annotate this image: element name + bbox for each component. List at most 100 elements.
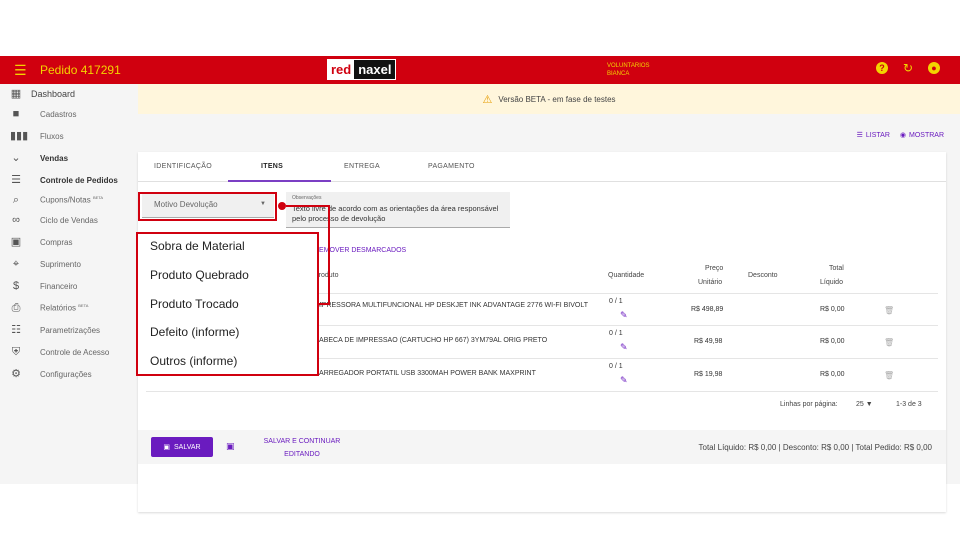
sidebar-item-financeiro[interactable]: $ Financeiro	[0, 276, 138, 296]
infinity-icon: ∞	[12, 214, 20, 226]
col-total: Total	[829, 265, 844, 272]
sidebar-item-compras[interactable]: ▣ Compras	[0, 232, 138, 252]
save-label: SALVAR	[174, 443, 201, 451]
save-continue-button[interactable]: SALVAR E CONTINUAR EDITANDO	[258, 435, 346, 461]
col-preco-unit: Unitário	[698, 279, 723, 286]
sidebar-item-label: Controle de Acesso	[40, 347, 110, 357]
row-produto: CABECA DE IMPRESSAO (CARTUCHO HP 667) 3Y…	[314, 337, 548, 344]
sidebar-item-label: Dashboard	[31, 89, 76, 99]
delete-icon[interactable]: 🗑	[884, 371, 894, 380]
save-continue-line1: SALVAR E CONTINUAR	[263, 438, 341, 445]
account-icon[interactable]: ●	[928, 62, 940, 74]
sidebar-item-relatorios[interactable]: ⎙ Relatórios BETA	[0, 298, 138, 318]
sidebar-item-dashboard[interactable]: ▦ Dashboard	[0, 84, 138, 104]
edit-pencil-icon[interactable]: ✎	[620, 375, 628, 386]
dropdown-option[interactable]: Defeito (informe)	[150, 325, 239, 339]
sidebar-item-configuracoes[interactable]: ⚙ Configurações	[0, 364, 138, 384]
edit-pencil-icon[interactable]: ✎	[620, 310, 628, 321]
observacoes-label: Observações	[292, 195, 322, 201]
tab-pagamento[interactable]: PAGAMENTO	[428, 163, 475, 170]
box-icon: ⌖	[12, 258, 20, 270]
hamburger-icon[interactable]: ☰	[14, 62, 27, 79]
rows-per-page-value: 25	[856, 401, 864, 408]
tab-entrega[interactable]: ENTREGA	[344, 163, 380, 170]
sidebar-item-label: Relatórios BETA	[40, 303, 88, 313]
order-totals: Total Líquido: R$ 0,00 | Desconto: R$ 0,…	[698, 443, 933, 452]
sidebar-item-label: Controle de Pedidos	[40, 175, 118, 185]
col-preco: Preço	[705, 265, 724, 272]
user-info: VOLUNTARIOS BIANCA	[607, 62, 650, 78]
folder-icon: ■	[12, 108, 20, 120]
edit-pencil-icon[interactable]: ✎	[620, 342, 628, 353]
logo-naxel-text: naxel	[354, 60, 396, 79]
dollar-icon: $	[12, 280, 20, 292]
row-produto: IMPRESSORA MULTIFUNCIONAL HP DESKJET INK…	[314, 302, 588, 309]
beta-badge: BETA	[92, 195, 104, 201]
active-tab-indicator	[228, 180, 331, 182]
row-total: R$ 0,00	[820, 338, 845, 345]
row-produto: CARREGADOR PORTATIL USB 3300MAH POWER BA…	[314, 370, 536, 377]
delete-icon[interactable]: 🗑	[884, 338, 894, 347]
observacoes-text: Texto livre de acordo com as orientações…	[292, 204, 499, 223]
connector-line	[286, 205, 330, 207]
sidebar-item-parametrizacoes[interactable]: ☷ Parametrizações	[0, 320, 138, 340]
col-desconto: Desconto	[748, 272, 778, 279]
view-toggle: ☰ LISTAR ◉ MOSTRAR	[857, 131, 944, 140]
tab-bar: IDENTIFICAÇÃO ITENS ENTREGA PAGAMENTO	[138, 152, 946, 182]
banner-text: Versão BETA - em fase de testes	[498, 94, 616, 104]
sidebar-item-label: Cadastros	[40, 109, 77, 119]
rows-per-page-label: Linhas por página:	[780, 401, 838, 408]
row-quantidade: 0 / 1	[609, 330, 623, 337]
connector-line	[319, 303, 330, 305]
top-app-bar	[0, 56, 960, 84]
sidebar-item-fluxos[interactable]: ▮▮▮ Fluxos	[0, 126, 138, 146]
list-view-button[interactable]: ☰ LISTAR	[857, 131, 890, 140]
tab-itens[interactable]: ITENS	[261, 163, 283, 170]
sidebar-item-controle-acesso[interactable]: ⛨ Controle de Acesso	[0, 342, 138, 362]
beta-banner: ⚠ Versão BETA - em fase de testes	[138, 84, 960, 114]
observacoes-field[interactable]: Observações Texto livre de acordo com as…	[286, 192, 510, 228]
magnify-doc-icon: ⌕	[12, 194, 20, 206]
col-total-liquido: Líquido	[820, 279, 843, 286]
logo-red-text: red	[328, 60, 355, 79]
highlight-motivo-select	[138, 192, 277, 221]
connector-line	[328, 205, 330, 305]
sidebar-item-cadastros[interactable]: ■ Cadastros	[0, 104, 138, 124]
row-quantidade: 0 / 1	[609, 363, 623, 370]
sidebar-item-label: Vendas	[40, 153, 69, 163]
sidebar-item-controle-pedidos[interactable]: ☰ Controle de Pedidos	[0, 170, 138, 190]
user-name: BIANCA	[607, 71, 630, 77]
dropdown-option[interactable]: Produto Trocado	[150, 297, 239, 311]
sidebar-item-vendas[interactable]: ⌄ Vendas	[0, 148, 138, 168]
refresh-icon[interactable]: ↻	[902, 62, 914, 74]
floppy-icon: ▣	[163, 444, 171, 451]
gear-icon: ⚙	[11, 368, 21, 380]
sidebar-item-label: Fluxos	[40, 131, 64, 141]
footer-bar: ▣ SALVAR ▣ SALVAR E CONTINUAR EDITANDO T…	[138, 430, 946, 464]
dropdown-option[interactable]: Outros (informe)	[150, 354, 237, 368]
columns-icon: ▮▮▮	[10, 130, 29, 142]
dashboard-icon: ▦	[10, 88, 22, 100]
dropdown-option[interactable]: Produto Quebrado	[150, 268, 249, 282]
tune-icon: ☷	[11, 324, 21, 336]
show-view-label: MOSTRAR	[909, 131, 944, 139]
sidebar-item-text: Cupons/Notas	[40, 195, 91, 205]
sidebar-item-suprimento[interactable]: ⌖ Suprimento	[0, 254, 138, 274]
dropdown-option[interactable]: Sobra de Material	[150, 239, 245, 253]
show-view-button[interactable]: ◉ MOSTRAR	[900, 131, 944, 140]
highlight-dot	[278, 202, 286, 210]
rows-per-page-select[interactable]: 25 ▼	[856, 401, 873, 408]
save-continue-line2: EDITANDO	[284, 451, 320, 458]
save-button[interactable]: ▣ SALVAR	[151, 437, 213, 457]
floppy-icon[interactable]: ▣	[226, 441, 235, 452]
tab-identificacao[interactable]: IDENTIFICAÇÃO	[154, 163, 212, 170]
sidebar-item-label: Configurações	[40, 369, 92, 379]
row-preco: R$ 19,98	[694, 371, 723, 378]
top-actions: ? ↻ ●	[876, 62, 940, 74]
delete-icon[interactable]: 🗑	[884, 306, 894, 315]
sidebar-item-cupons-notas[interactable]: ⌕ Cupons/Notas BETA	[0, 190, 138, 210]
sidebar-item-ciclo-vendas[interactable]: ∞ Ciclo de Vendas	[0, 210, 138, 230]
sidebar-item-label: Suprimento	[40, 259, 81, 269]
chevron-down-icon: ⌄	[11, 152, 21, 164]
help-icon[interactable]: ?	[876, 62, 888, 74]
